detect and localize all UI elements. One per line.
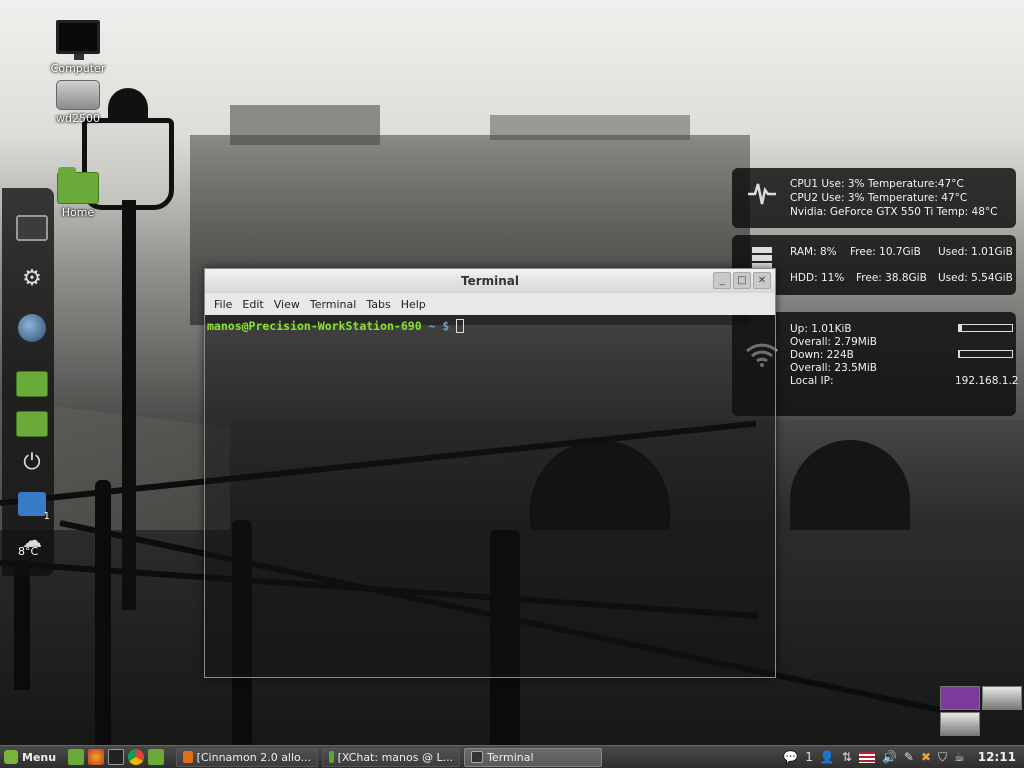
menu-label: Menu: [22, 750, 57, 764]
desktop-icon-label: wd2500: [56, 112, 100, 125]
desktop-icon-wd2500[interactable]: wd2500: [38, 80, 118, 125]
user-icon[interactable]: 👤: [820, 750, 835, 764]
wallpaper-post: [14, 560, 30, 690]
taskbar-item-terminal[interactable]: Terminal: [464, 747, 603, 767]
terminal-output[interactable]: manos@Precision-WorkStation-690 ~ $: [205, 315, 775, 337]
cpu2-line: CPU2 Use: 3% Temperature: 47°C: [790, 192, 968, 204]
ram-usage: RAM: 8%: [790, 246, 837, 258]
home-folder-icon: [57, 167, 99, 204]
weather-temperature: 8°C: [18, 545, 39, 558]
net-down: Down: 224B: [790, 349, 854, 361]
menu-edit[interactable]: Edit: [237, 298, 268, 311]
task-label: [XChat: manos @ L...: [337, 750, 454, 764]
close-button[interactable]: ✕: [753, 272, 771, 289]
volume-icon[interactable]: 🔊: [882, 750, 897, 764]
chrome-icon[interactable]: [128, 749, 145, 765]
update-warning-icon[interactable]: ✖: [921, 750, 931, 764]
pen-icon[interactable]: ✎: [904, 750, 914, 764]
dock-power-icon[interactable]: ⏻: [12, 442, 52, 482]
dock-terminal-icon[interactable]: [12, 208, 52, 248]
dock-backup-folder-icon[interactable]: [12, 404, 52, 444]
dock-home-folder-icon[interactable]: [12, 364, 52, 404]
hard-drive-icon: [56, 80, 100, 110]
download-bar: [958, 350, 1013, 358]
menu-terminal[interactable]: Terminal: [305, 298, 362, 311]
hdd-free: Free: 38.8GiB: [856, 272, 927, 284]
ram-used: Used: 1.01GiB: [938, 246, 1013, 258]
files-icon[interactable]: [148, 749, 165, 765]
workspace-2[interactable]: [982, 686, 1022, 710]
wallpaper-lamp-pole: [122, 200, 136, 610]
wallpaper-bridge-arch: [790, 440, 910, 530]
prompt-path: ~ $: [428, 319, 450, 333]
task-label: Terminal: [487, 750, 534, 764]
dock-mail-icon[interactable]: 1: [12, 484, 52, 524]
task-label: [Cinnamon 2.0 allo...: [196, 750, 312, 764]
bottom-panel: Menu [Cinnamon 2.0 allo... [XChat: manos…: [0, 745, 1024, 768]
window-title: Terminal: [460, 274, 520, 288]
conky-cpu-widget: CPU1 Use: 3% Temperature:47°C CPU2 Use: …: [732, 168, 1016, 228]
terminal-window[interactable]: Terminal _ □ ✕ File Edit View Terminal T…: [204, 268, 776, 678]
tray-count: 1: [805, 750, 813, 764]
firefox-icon: [183, 751, 193, 763]
taskbar-item-cinnamon[interactable]: [Cinnamon 2.0 allo...: [176, 747, 319, 767]
coffee-icon[interactable]: ☕: [954, 750, 965, 764]
upload-bar: [958, 324, 1013, 332]
shield-icon[interactable]: ⛉: [938, 750, 947, 765]
workspace-3[interactable]: [940, 712, 980, 736]
mint-logo-icon: [4, 750, 18, 764]
pulse-icon: [740, 178, 784, 215]
chat-bubble-icon[interactable]: 💬: [783, 750, 798, 764]
network-icon[interactable]: ⇅: [842, 750, 852, 764]
computer-icon: [56, 20, 100, 60]
workspace-1[interactable]: [940, 686, 980, 710]
desktop-icon-computer[interactable]: Computer: [38, 20, 118, 75]
terminal-menubar: File Edit View Terminal Tabs Help: [205, 293, 775, 315]
terminal-launcher-icon[interactable]: [108, 749, 125, 765]
system-tray: 💬 1 👤 ⇅ 🔊 ✎ ✖ ⛉ ☕ 12:11: [783, 750, 1024, 765]
taskbar-item-xchat[interactable]: [XChat: manos @ L...: [322, 747, 461, 767]
cpu1-line: CPU1 Use: 3% Temperature:47°C: [790, 178, 964, 190]
xchat-icon: [329, 751, 334, 763]
keyboard-layout-flag-icon[interactable]: [858, 751, 875, 763]
wallpaper-post: [95, 480, 111, 768]
desktop-icon-label: Computer: [50, 62, 106, 75]
menu-file[interactable]: File: [209, 298, 237, 311]
terminal-titlebar[interactable]: Terminal _ □ ✕: [205, 269, 775, 293]
ram-free: Free: 10.7GiB: [850, 246, 921, 258]
net-overall-up: Overall: 2.79MiB: [790, 336, 877, 348]
hdd-used: Used: 5.54GiB: [938, 272, 1013, 284]
dock-globe-icon[interactable]: [12, 308, 52, 348]
menu-view[interactable]: View: [269, 298, 305, 311]
net-overall-down: Overall: 23.5MiB: [790, 362, 877, 374]
menu-help[interactable]: Help: [396, 298, 431, 311]
minimize-button[interactable]: _: [713, 272, 731, 289]
dock-settings-gear-icon[interactable]: ⚙: [12, 258, 52, 298]
clock[interactable]: 12:11: [978, 750, 1016, 764]
hdd-usage: HDD: 11%: [790, 272, 845, 284]
menu-tabs[interactable]: Tabs: [361, 298, 395, 311]
text-cursor: [456, 319, 465, 333]
maximize-button[interactable]: □: [733, 272, 751, 289]
terminal-icon: [471, 751, 484, 763]
show-desktop-icon[interactable]: [68, 749, 85, 765]
gpu-line: Nvidia: GeForce GTX 550 Ti Temp: 48°C: [790, 206, 998, 218]
local-ip-label: Local IP:: [790, 375, 834, 387]
prompt-user-host: manos@Precision-WorkStation-690: [207, 319, 422, 333]
local-ip-value: 192.168.1.2: [955, 375, 1019, 387]
firefox-icon[interactable]: [88, 749, 105, 765]
main-menu-button[interactable]: Menu: [0, 750, 62, 764]
net-up: Up: 1.01KiB: [790, 323, 852, 335]
